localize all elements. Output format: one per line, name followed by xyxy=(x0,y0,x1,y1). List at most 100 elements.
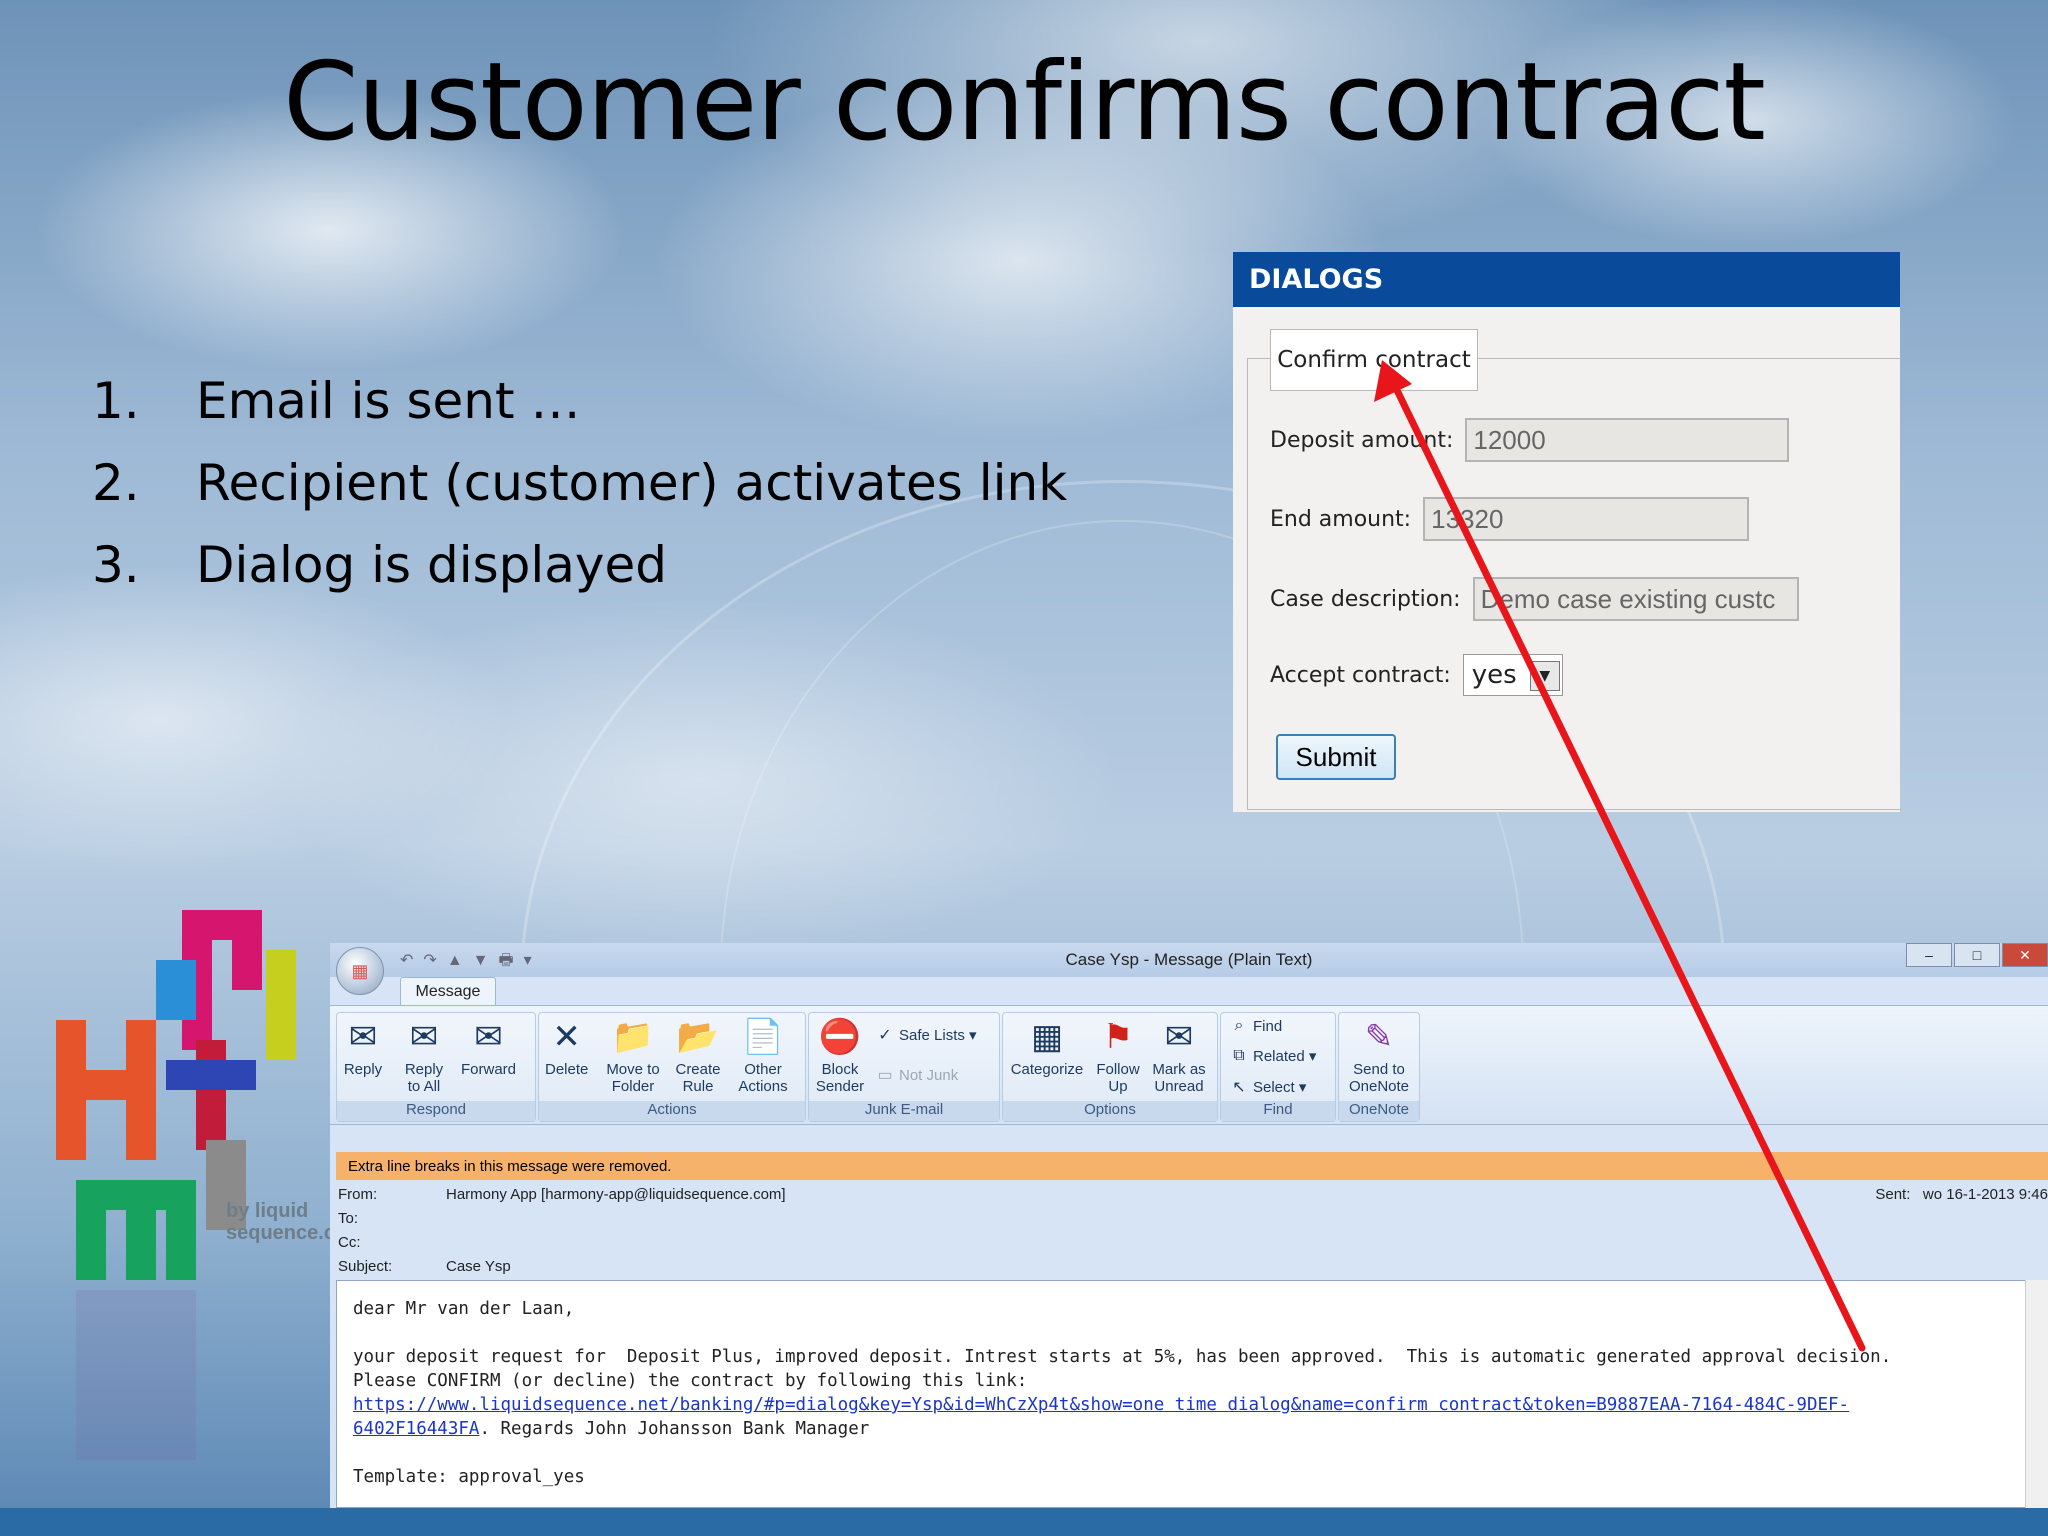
group-title: Respond xyxy=(337,1101,535,1121)
case-description-field[interactable]: Demo case existing custc xyxy=(1472,577,1799,621)
reply-all-icon: ✉ xyxy=(409,1017,439,1056)
info-bar[interactable]: Extra line breaks in this message were r… xyxy=(336,1152,2048,1180)
step-text: Dialog is displayed xyxy=(196,536,668,594)
close-icon[interactable]: ✕ xyxy=(2002,943,2048,967)
forward-button[interactable]: ✉ Forward xyxy=(461,1017,516,1079)
maximize-icon[interactable]: □ xyxy=(1954,943,2000,967)
categorize-button[interactable]: ▦ Categorize xyxy=(1007,1017,1087,1079)
deposit-amount-field[interactable]: 12000 xyxy=(1465,418,1790,462)
rule-icon: 📂 xyxy=(676,1017,720,1056)
fieldset-legend: Confirm contract xyxy=(1270,329,1478,391)
onenote-icon: ✎ xyxy=(1364,1017,1394,1056)
ribbon-group-actions: ✕ Delete 📁 Move to Folder 📂 Create Rule 📄 Ot… xyxy=(538,1012,806,1122)
harmony-logo xyxy=(56,910,326,1470)
confirm-link-continued[interactable]: 6402F16443FA xyxy=(353,1419,479,1439)
subject-value: Case Ysp xyxy=(446,1258,511,1275)
sent-value: wo 16-1-2013 9:46 xyxy=(1922,1186,2048,1203)
tab-message[interactable]: Message xyxy=(400,977,496,1006)
reply-button[interactable]: ✉ Reply xyxy=(343,1017,383,1079)
ribbon-group-onenote: ✎ Send to OneNote OneNote xyxy=(1338,1012,1420,1122)
not-junk-button[interactable]: ▭ Not Junk xyxy=(875,1065,958,1085)
deposit-amount-label: Deposit amount: xyxy=(1270,427,1454,453)
ribbon-group-respond: ✉ Reply ✉ Reply to All ✉ Forward Respond xyxy=(336,1012,536,1122)
end-amount-field[interactable]: 13320 xyxy=(1423,497,1750,541)
body-signature: . Regards John Johansson Bank Manager xyxy=(479,1419,870,1439)
step-item: 3. Dialog is displayed xyxy=(92,524,1067,606)
not-junk-icon: ▭ xyxy=(877,1067,893,1084)
flag-icon: ⚑ xyxy=(1102,1017,1134,1056)
body-text: Please CONFIRM (or decline) the contract… xyxy=(353,1371,1028,1391)
body-text: your deposit request for Deposit Plus, i… xyxy=(353,1347,1892,1367)
block-sender-button[interactable]: ⛔ Block Sender xyxy=(815,1017,865,1096)
minimize-icon[interactable]: – xyxy=(1906,943,1952,967)
delete-button[interactable]: ✕ Delete xyxy=(545,1017,588,1079)
move-to-folder-button[interactable]: 📁 Move to Folder xyxy=(601,1017,665,1096)
cursor-icon: ↖ xyxy=(1232,1079,1246,1096)
quick-access-toolbar[interactable]: ↶↷▲▼🖶▾ xyxy=(400,949,542,976)
ribbon-tabs: Message xyxy=(330,977,2048,1006)
step-text: Email is sent … xyxy=(196,372,581,430)
step-text: Recipient (customer) activates link xyxy=(196,454,1068,512)
accept-contract-value: yes xyxy=(1471,660,1517,690)
select-button[interactable]: ↖ Select ▾ xyxy=(1229,1077,1306,1097)
binoculars-icon: ⌕ xyxy=(1234,1017,1244,1034)
safe-lists-icon: ✓ xyxy=(878,1027,892,1044)
group-title: Find xyxy=(1221,1101,1335,1121)
group-title: Junk E-mail xyxy=(809,1101,999,1121)
find-button[interactable]: ⌕ Find xyxy=(1229,1017,1283,1035)
ribbon-group-find: ⌕ Find ⧉ Related ▾ ↖ Select ▾ Find xyxy=(1220,1012,1336,1122)
step-number: 1. xyxy=(92,372,140,430)
safe-lists-button[interactable]: ✓ Safe Lists ▾ xyxy=(875,1025,976,1045)
steps-list: 1. Email is sent … 2. Recipient (customer)… xyxy=(92,360,1067,606)
subject-row: Subject: Case Ysp xyxy=(338,1258,511,1275)
body-template: Template: approval_yes xyxy=(353,1467,585,1487)
accept-contract-label: Accept contract: xyxy=(1270,662,1451,688)
related-button[interactable]: ⧉ Related ▾ xyxy=(1229,1047,1316,1065)
step-number: 2. xyxy=(92,454,140,512)
cc-row: Cc: xyxy=(338,1234,361,1251)
vertical-scrollbar[interactable] xyxy=(2025,1280,2048,1508)
mark-unread-button[interactable]: ✉ Mark as Unread xyxy=(1149,1017,1209,1096)
window-controls: – □ ✕ xyxy=(1904,943,2048,967)
confirm-link[interactable]: https://www.liquidsequence.net/banking/#… xyxy=(353,1395,1849,1415)
document-icon: 📄 xyxy=(741,1017,785,1056)
follow-up-button[interactable]: ⚑ Follow Up xyxy=(1093,1017,1143,1096)
window-title: Case Ysp - Message (Plain Text) xyxy=(1065,950,1313,969)
dialogs-header: DIALOGS xyxy=(1233,252,1900,307)
ribbon-group-junk: ⛔ Block Sender ✓ Safe Lists ▾ ▭ Not Junk Ju… xyxy=(808,1012,1000,1122)
end-amount-label: End amount: xyxy=(1270,506,1412,532)
other-actions-button[interactable]: 📄 Other Actions xyxy=(731,1017,795,1096)
block-sender-icon: ⛔ xyxy=(818,1017,862,1056)
window-titlebar: Case Ysp - Message (Plain Text) ↶↷▲▼🖶▾ –… xyxy=(330,943,2048,977)
create-rule-button[interactable]: 📂 Create Rule xyxy=(673,1017,723,1096)
forward-icon: ✉ xyxy=(474,1017,503,1056)
submit-button[interactable]: Submit xyxy=(1276,734,1396,780)
body-greeting: dear Mr van der Laan, xyxy=(353,1299,575,1319)
step-item: 1. Email is sent … xyxy=(92,360,1067,442)
accept-contract-select[interactable]: yes ▼ xyxy=(1462,654,1563,696)
from-value: Harmony App [harmony-app@liquidsequence.… xyxy=(446,1186,786,1203)
from-row: From: Harmony App [harmony-app@liquidsequ… xyxy=(338,1186,786,1203)
step-item: 2. Recipient (customer) activates link xyxy=(92,442,1067,524)
slide-bottom-bar xyxy=(0,1508,2048,1536)
send-to-onenote-button[interactable]: ✎ Send to OneNote xyxy=(1345,1017,1413,1096)
folder-icon: 📁 xyxy=(611,1017,655,1056)
related-icon: ⧉ xyxy=(1233,1047,1245,1064)
logo-caption: by liquid sequence.c xyxy=(226,1200,335,1244)
deposit-amount-row: Deposit amount: 12000 xyxy=(1270,418,1790,462)
end-amount-row: End amount: 13320 xyxy=(1270,497,1750,541)
message-body[interactable]: dear Mr van der Laan, your deposit reque… xyxy=(336,1280,2026,1508)
outlook-message-window: Case Ysp - Message (Plain Text) ↶↷▲▼🖶▾ –… xyxy=(330,943,2048,1508)
group-title: Options xyxy=(1003,1101,1217,1121)
to-row: To: xyxy=(338,1210,359,1227)
dropdown-arrow-icon[interactable]: ▼ xyxy=(1529,661,1560,691)
reply-all-button[interactable]: ✉ Reply to All xyxy=(399,1017,449,1096)
delete-icon: ✕ xyxy=(552,1017,581,1056)
envelope-icon: ✉ xyxy=(1164,1017,1194,1056)
dialogs-panel: DIALOGS Confirm contract Deposit amount:… xyxy=(1233,252,1901,812)
reply-icon: ✉ xyxy=(348,1017,378,1056)
categorize-icon: ▦ xyxy=(1030,1017,1064,1056)
group-title: Actions xyxy=(539,1101,805,1121)
ribbon: ✉ Reply ✉ Reply to All ✉ Forward Respond ✕ D… xyxy=(330,1005,2048,1125)
case-description-row: Case description: Demo case existing cus… xyxy=(1270,577,1799,621)
